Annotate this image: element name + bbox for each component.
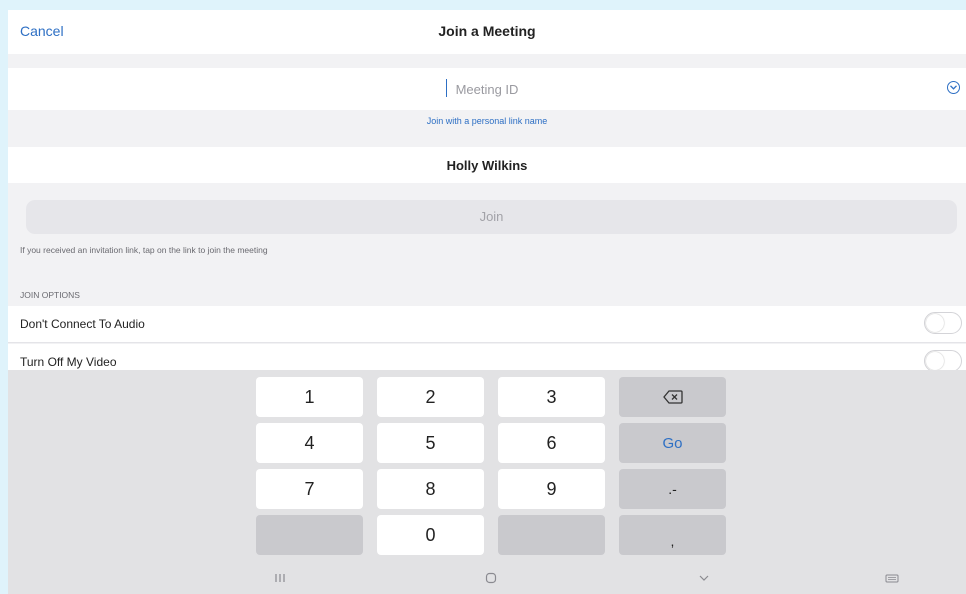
name-field[interactable]: Holly Wilkins bbox=[8, 147, 966, 183]
no-audio-toggle[interactable] bbox=[924, 312, 962, 334]
key-2[interactable]: 2 bbox=[377, 377, 484, 417]
key-5[interactable]: 5 bbox=[377, 423, 484, 463]
blank-key[interactable] bbox=[498, 515, 605, 555]
option-label: Don't Connect To Audio bbox=[20, 317, 145, 331]
top-bar: Cancel Join a Meeting bbox=[8, 10, 966, 54]
key-7[interactable]: 7 bbox=[256, 469, 363, 509]
symbol-key[interactable]: .- bbox=[619, 469, 726, 509]
key-9[interactable]: 9 bbox=[498, 469, 605, 509]
key-3[interactable]: 3 bbox=[498, 377, 605, 417]
join-options-heading: JOIN OPTIONS bbox=[20, 290, 80, 300]
personal-link-button[interactable]: Join with a personal link name bbox=[8, 116, 966, 126]
text-cursor bbox=[446, 79, 447, 97]
join-button[interactable]: Join bbox=[26, 200, 957, 234]
key-8[interactable]: 8 bbox=[377, 469, 484, 509]
go-key[interactable]: Go bbox=[619, 423, 726, 463]
key-0[interactable]: 0 bbox=[377, 515, 484, 555]
key-6[interactable]: 6 bbox=[498, 423, 605, 463]
video-off-toggle[interactable] bbox=[924, 350, 962, 372]
option-row-no-audio: Don't Connect To Audio bbox=[8, 306, 966, 343]
hide-keyboard-icon[interactable] bbox=[698, 572, 710, 584]
invitation-hint: If you received an invitation link, tap … bbox=[20, 245, 268, 255]
option-label: Turn Off My Video bbox=[20, 355, 117, 369]
numeric-keyboard: 1 2 3 4 5 6 Go 7 8 9 .- 0 , bbox=[8, 370, 966, 594]
meeting-id-input[interactable] bbox=[8, 68, 966, 110]
recent-apps-icon[interactable] bbox=[274, 572, 286, 584]
backspace-icon bbox=[662, 390, 683, 404]
page-title: Join a Meeting bbox=[438, 23, 536, 39]
keyboard-icon[interactable] bbox=[885, 572, 899, 584]
backspace-key[interactable] bbox=[619, 377, 726, 417]
name-value: Holly Wilkins bbox=[446, 158, 528, 173]
comma-key[interactable]: , bbox=[619, 515, 726, 555]
home-icon[interactable] bbox=[485, 572, 497, 584]
blank-key[interactable] bbox=[256, 515, 363, 555]
meeting-id-row bbox=[8, 68, 966, 110]
key-4[interactable]: 4 bbox=[256, 423, 363, 463]
app-window: Cancel Join a Meeting Join with a person… bbox=[8, 10, 966, 594]
key-1[interactable]: 1 bbox=[256, 377, 363, 417]
chevron-down-icon[interactable] bbox=[947, 81, 960, 94]
